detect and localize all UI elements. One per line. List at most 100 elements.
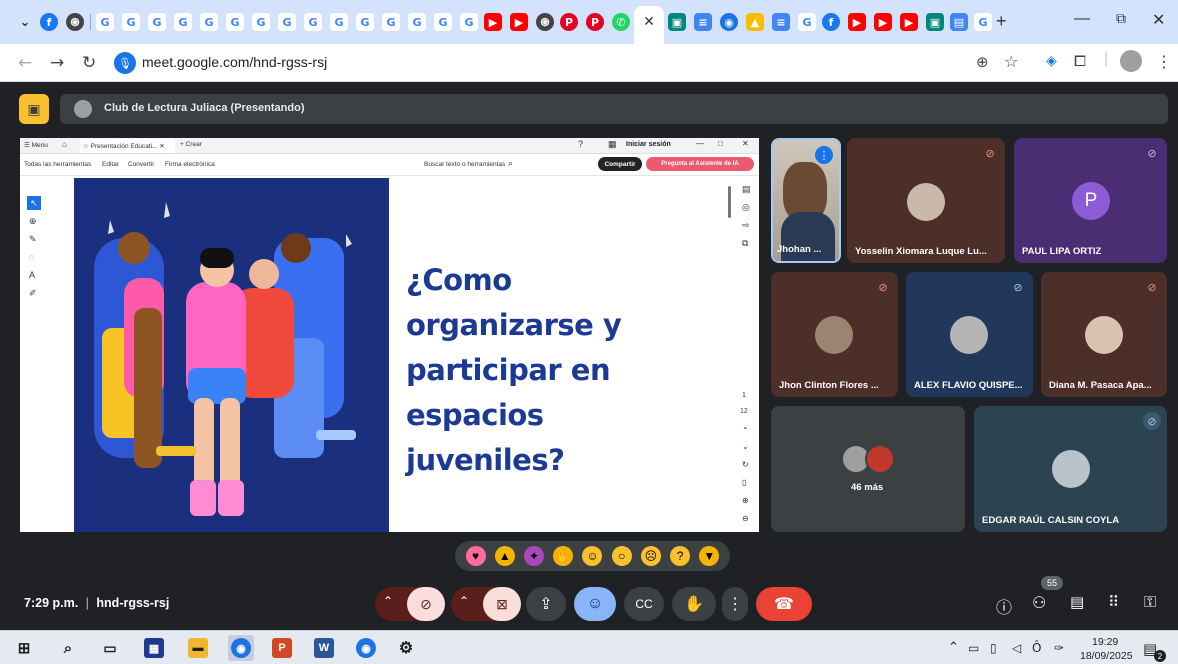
pen-icon[interactable]: ✑ [1054,641,1064,655]
calculator-icon[interactable]: ▦ [144,638,164,658]
youtube-tab-icon[interactable]: ▶ [484,13,502,31]
pdf-new-tab[interactable]: + Crear [180,141,202,148]
sign-in-link[interactable]: Iniciar sesión [626,141,671,148]
thinking-reaction-icon[interactable]: ? [670,546,691,566]
facebook-tab-icon[interactable]: f [822,13,840,31]
pdf-close-icon[interactable]: ✕ [742,139,749,148]
openai-tab-icon[interactable]: ֍ [66,13,84,31]
sync-icon[interactable]: Ô [1032,641,1041,655]
start-icon[interactable]: ⊞ [14,638,34,658]
activities-icon[interactable]: ⠿ [1108,593,1119,611]
prev-page-icon[interactable]: ⌃ [742,426,749,435]
google-tab-icon[interactable]: G [278,13,296,31]
select-tool-icon[interactable]: ↖ [27,196,41,210]
meeting-code[interactable]: hnd-rgss-rsj [96,596,169,610]
pdf-toolbar-item[interactable]: Editar [102,161,119,168]
facebook-tab-icon[interactable]: f [40,13,58,31]
participant-tile[interactable]: ⊘ ALEX FLAVIO QUISPE... [906,272,1033,397]
battery-icon[interactable]: ▭ [968,641,979,655]
browser-menu-icon[interactable]: ⋮ [1156,52,1172,71]
google-tab-icon[interactable]: G [460,13,478,31]
participant-tile[interactable]: ⊘ Jhon Clinton Flores ... [771,272,898,397]
thumbs-up-reaction-icon[interactable]: ▲ [494,546,515,566]
site-info-icon[interactable]: 🎙 [114,52,136,74]
whatsapp-tab-icon[interactable]: ✆ [612,13,630,31]
drive-tab-icon[interactable]: ▤ [950,13,968,31]
more-participants-tile[interactable]: 46 más [771,406,965,532]
task-view-icon[interactable]: ▭ [100,638,120,658]
home-icon[interactable]: ⌂ [62,140,67,149]
chrome-profile-icon[interactable]: ◉ [356,638,376,658]
google-tab-icon[interactable]: G [434,13,452,31]
page-current[interactable]: 1 [742,392,746,399]
more-options-icon[interactable]: ⋮ [722,587,748,621]
ai-assistant-button[interactable]: Pregunta al Asistente de IA [646,157,754,171]
profile-avatar[interactable] [1120,50,1142,72]
participant-tile[interactable]: ⊘ Yosselin Xiomara Luque Lu... [847,138,1005,263]
new-tab-button[interactable]: + [996,11,1007,32]
google-tab-icon[interactable]: G [122,13,140,31]
zoom-icon[interactable]: ⊕ [976,53,989,71]
present-screen-button-icon[interactable]: ⇪ [526,587,566,621]
raise-hand-button-icon[interactable]: ✋ [672,587,716,621]
party-reaction-icon[interactable]: ✦ [524,546,545,566]
settings-gear-icon[interactable]: ⚙ [396,638,416,658]
thumbs-down-reaction-icon[interactable]: ▼ [699,546,720,566]
apps-icon[interactable]: ▦ [608,139,617,150]
help-icon[interactable]: ? [578,139,583,149]
next-page-icon[interactable]: ⌄ [742,442,749,451]
pinterest-tab-icon[interactable]: P [586,13,604,31]
pdf-restore-icon[interactable]: □ [718,139,723,148]
pdf-tab[interactable]: ☆ Presentación Educati... ✕ [80,139,175,153]
captions-button-icon[interactable]: CC [624,587,664,621]
share-button[interactable]: Compartir [598,157,642,171]
text-tool-icon[interactable]: A [29,270,35,280]
scrollbar[interactable] [728,186,731,218]
google-tab-icon[interactable]: G [798,13,816,31]
pdf-menu[interactable]: ☰ Menu [24,141,48,149]
word-icon[interactable]: W [314,638,334,658]
search-icon[interactable]: ⌕ [508,158,513,169]
lasso-tool-icon[interactable]: ◌ [29,252,34,262]
extension-icon[interactable]: ◈ [1046,53,1057,69]
rotate-icon[interactable]: ↻ [742,460,749,469]
participant-tile[interactable]: ⊘ P PAUL LIPA ORTIZ [1014,138,1167,263]
pdf-toolbar-item[interactable]: Convertir [128,161,154,168]
youtube-tab-icon[interactable]: ▶ [900,13,918,31]
file-explorer-icon[interactable]: ▬ [188,638,208,658]
pdf-search[interactable]: Buscar texto o herramientas [424,161,505,168]
powerpoint-icon[interactable]: P [272,638,292,658]
pinterest-tab-icon[interactable]: P [560,13,578,31]
extensions-puzzle-icon[interactable]: ⧠ [1074,52,1086,70]
taskbar-date[interactable]: 18/09/2025 [1080,650,1133,662]
network-icon[interactable]: ▯ [990,641,997,655]
youtube-tab-icon[interactable]: ▶ [848,13,866,31]
google-tab-icon[interactable]: G [226,13,244,31]
heart-reaction-icon[interactable]: ♥ [465,546,486,566]
search-taskbar-icon[interactable]: ⌕ [58,638,78,658]
url-text[interactable]: meet.google.com/hnd-rgss-rsj [142,54,327,70]
docs-tab-icon[interactable]: ≡ [772,13,790,31]
youtube-tab-icon[interactable]: ▶ [874,13,892,31]
bookmark-star-icon[interactable]: ☆ [1004,52,1018,71]
google-tab-icon[interactable]: G [200,13,218,31]
tab-list-chevron-icon[interactable]: ⌄ [16,13,34,31]
google-tab-icon[interactable]: G [304,13,322,31]
mic-options-chevron-icon[interactable]: ⌃ [383,594,393,608]
stop-presenting-icon[interactable]: ▣ [19,94,49,124]
google-tab-icon[interactable]: G [174,13,192,31]
stamp-tool-icon[interactable]: ✐ [29,288,37,299]
google-tab-icon[interactable]: G [330,13,348,31]
meet-tab-icon[interactable]: ▣ [668,13,686,31]
drive-tab-icon[interactable]: ▲ [746,13,764,31]
google-tab-icon[interactable]: G [382,13,400,31]
sad-reaction-icon[interactable]: ☹ [640,546,661,566]
youtube-tab-icon[interactable]: ▶ [510,13,528,31]
google-tab-icon[interactable]: G [974,13,992,31]
openai-tab-icon[interactable]: ֍ [536,13,554,31]
fit-page-icon[interactable]: ▯ [742,478,746,487]
camera-off-button-icon[interactable]: ⊠ [483,587,521,621]
surprised-reaction-icon[interactable]: ○ [611,546,632,566]
pen-tool-icon[interactable]: ✎ [29,234,37,245]
pdf-toolbar-item[interactable]: Todas las herramientas [24,161,91,168]
